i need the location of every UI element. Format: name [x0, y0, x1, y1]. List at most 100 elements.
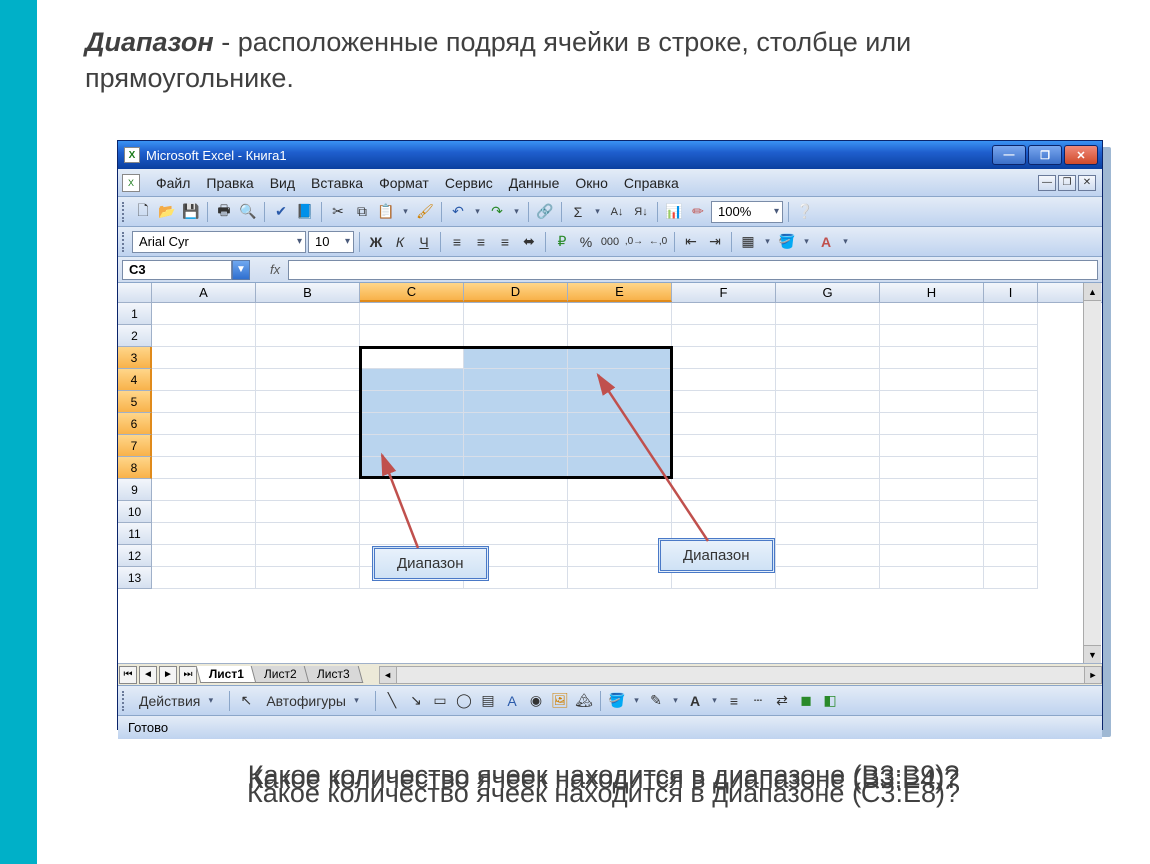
cell[interactable]: [984, 435, 1038, 457]
zoom-combo[interactable]: 100%: [711, 201, 783, 223]
minimize-button[interactable]: —: [992, 145, 1026, 165]
row-3[interactable]: 3: [118, 347, 152, 369]
row-6[interactable]: 6: [118, 413, 152, 435]
cut-button[interactable]: ✂: [327, 201, 349, 223]
menu-help[interactable]: Справка: [616, 173, 687, 193]
cell-C5[interactable]: [360, 391, 464, 413]
cell-E5[interactable]: [568, 391, 672, 413]
cell[interactable]: [880, 413, 984, 435]
research-button[interactable]: 📘: [294, 201, 316, 223]
cell-C8[interactable]: [360, 457, 464, 479]
cell[interactable]: [984, 545, 1038, 567]
row-1[interactable]: 1: [118, 303, 152, 325]
cell[interactable]: [984, 413, 1038, 435]
cell[interactable]: [776, 303, 880, 325]
toolbar-handle-2[interactable]: [122, 232, 128, 252]
cell-D8[interactable]: [464, 457, 568, 479]
formula-input[interactable]: [288, 260, 1098, 280]
underline-button[interactable]: Ч: [413, 231, 435, 253]
cell[interactable]: [256, 567, 360, 589]
cell[interactable]: [360, 501, 464, 523]
cell[interactable]: [776, 567, 880, 589]
font-size-combo[interactable]: 10: [308, 231, 354, 253]
cell[interactable]: [880, 435, 984, 457]
cell[interactable]: [776, 523, 880, 545]
col-E[interactable]: E: [568, 283, 672, 302]
cell-E3[interactable]: [568, 347, 672, 369]
cell[interactable]: [672, 435, 776, 457]
cell[interactable]: [256, 303, 360, 325]
format-painter-button[interactable]: 🖌: [414, 201, 436, 223]
col-A[interactable]: A: [152, 283, 256, 302]
cell[interactable]: [256, 347, 360, 369]
cell-D4[interactable]: [464, 369, 568, 391]
cell[interactable]: [256, 523, 360, 545]
cell[interactable]: [880, 567, 984, 589]
cell-D7[interactable]: [464, 435, 568, 457]
menu-insert[interactable]: Вставка: [303, 173, 371, 193]
fill-button[interactable]: 🪣: [606, 690, 628, 712]
cell[interactable]: [984, 347, 1038, 369]
scroll-up-button[interactable]: ▲: [1084, 283, 1101, 301]
toolbar-handle-3[interactable]: [122, 691, 128, 711]
cell[interactable]: [152, 303, 256, 325]
textbox-button[interactable]: ▤: [477, 690, 499, 712]
italic-button[interactable]: К: [389, 231, 411, 253]
sheet-first[interactable]: ⏮: [119, 666, 137, 684]
cell[interactable]: [464, 523, 568, 545]
cell[interactable]: [360, 325, 464, 347]
cell[interactable]: [152, 347, 256, 369]
cell[interactable]: [568, 325, 672, 347]
row-13[interactable]: 13: [118, 567, 152, 589]
shadow-button[interactable]: ◼: [795, 690, 817, 712]
comma-button[interactable]: 000: [599, 231, 621, 253]
cell[interactable]: [984, 501, 1038, 523]
cell[interactable]: [880, 457, 984, 479]
cell[interactable]: [776, 545, 880, 567]
sort-asc-button[interactable]: А↓: [606, 201, 628, 223]
row-9[interactable]: 9: [118, 479, 152, 501]
rectangle-button[interactable]: ▭: [429, 690, 451, 712]
cell[interactable]: [672, 369, 776, 391]
row-2[interactable]: 2: [118, 325, 152, 347]
cell[interactable]: [152, 325, 256, 347]
row-10[interactable]: 10: [118, 501, 152, 523]
spelling-button[interactable]: ✔: [270, 201, 292, 223]
cell[interactable]: [464, 479, 568, 501]
align-center-button[interactable]: ≡: [470, 231, 492, 253]
cell[interactable]: [568, 545, 672, 567]
cell[interactable]: [256, 413, 360, 435]
cell-C6[interactable]: [360, 413, 464, 435]
cell[interactable]: [152, 391, 256, 413]
sheet-tab-2[interactable]: Лист2: [251, 666, 310, 683]
cell[interactable]: [360, 479, 464, 501]
cell[interactable]: [880, 303, 984, 325]
3d-button[interactable]: ◧: [819, 690, 841, 712]
line-color-button[interactable]: ✎: [645, 690, 667, 712]
chart-button[interactable]: 📊: [663, 201, 685, 223]
select-all-corner[interactable]: [118, 283, 152, 302]
cell-C3[interactable]: [360, 347, 464, 369]
open-button[interactable]: 📂: [156, 201, 178, 223]
col-B[interactable]: B: [256, 283, 360, 302]
fx-label[interactable]: fx: [270, 262, 280, 277]
wordart-button[interactable]: A: [501, 690, 523, 712]
print-preview-button[interactable]: 🔍: [237, 201, 259, 223]
align-right-button[interactable]: ≡: [494, 231, 516, 253]
cell-C4[interactable]: [360, 369, 464, 391]
cell[interactable]: [776, 391, 880, 413]
cell[interactable]: [568, 501, 672, 523]
cell[interactable]: [152, 501, 256, 523]
mdi-minimize[interactable]: —: [1038, 175, 1056, 191]
cell[interactable]: [360, 523, 464, 545]
hyperlink-button[interactable]: 🔗: [534, 201, 556, 223]
cell[interactable]: [880, 369, 984, 391]
percent-button[interactable]: %: [575, 231, 597, 253]
arrow-button[interactable]: ↘: [405, 690, 427, 712]
row-12[interactable]: 12: [118, 545, 152, 567]
cell[interactable]: [984, 523, 1038, 545]
actions-button[interactable]: Действия▾: [132, 690, 224, 712]
col-H[interactable]: H: [880, 283, 984, 302]
cell[interactable]: [880, 523, 984, 545]
cell-C7[interactable]: [360, 435, 464, 457]
